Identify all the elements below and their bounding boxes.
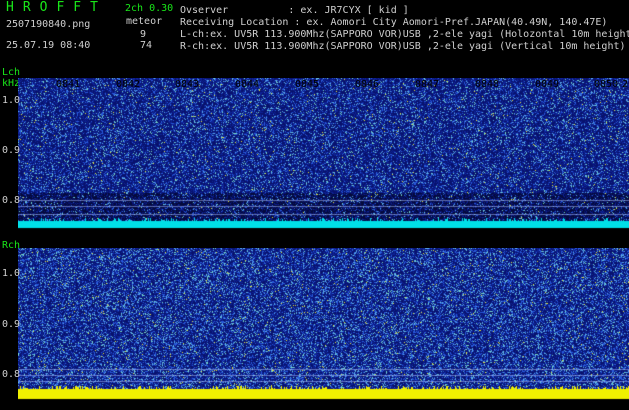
- time-tick: 0848: [475, 79, 500, 90]
- time-tick: 0846: [355, 79, 380, 90]
- rch-freq-tick: 0.9: [2, 319, 21, 330]
- datetime: 25.07.19 08:40: [6, 40, 91, 51]
- time-tick: 0843: [175, 79, 200, 90]
- lch-receiver-info: L-ch:ex. UV5R 113.900Mhz(SAPPORO VOR)USB…: [180, 29, 629, 40]
- time-tick-edge: 2: [622, 79, 629, 90]
- rch-freq-tick: 1.0: [2, 268, 21, 279]
- time-tick: 0841: [56, 79, 81, 90]
- time-tick: 0845: [295, 79, 320, 90]
- lch-freq-tick: 0.8: [2, 195, 21, 206]
- meteor-label: meteor: [126, 16, 163, 27]
- time-tick: 0842: [116, 79, 141, 90]
- app-title: HROFFT: [6, 0, 107, 15]
- time-tick: 0849: [535, 79, 560, 90]
- rch-meteor-count: 74: [140, 40, 153, 51]
- lch-label: Lch: [2, 67, 21, 78]
- filename: 2507190840.png: [6, 19, 91, 30]
- time-tick: 0847: [415, 79, 440, 90]
- location-info: Receiving Location : ex. Aomori City Aom…: [180, 17, 608, 28]
- lch-freq-tick: 1.0: [2, 95, 21, 106]
- rch-freq-tick: 0.8: [2, 369, 21, 380]
- lch-spectrogram: [18, 78, 629, 232]
- lch-freq-tick: 0.9: [2, 145, 21, 156]
- rch-spectrogram: [18, 248, 629, 403]
- time-tick: 0844: [235, 79, 260, 90]
- mode-label: 2ch 0.30: [125, 3, 174, 14]
- observer-info: Ovserver : ex. JR7CYX [ kid ]: [180, 5, 409, 16]
- time-tick: 0850: [594, 79, 619, 90]
- hrofft-window: HROFFT 2ch 0.30 2507190840.png meteor 25…: [0, 0, 629, 410]
- rch-receiver-info: R-ch:ex. UV5R 113.900Mhz(SAPPORO VOR)USB…: [180, 41, 626, 52]
